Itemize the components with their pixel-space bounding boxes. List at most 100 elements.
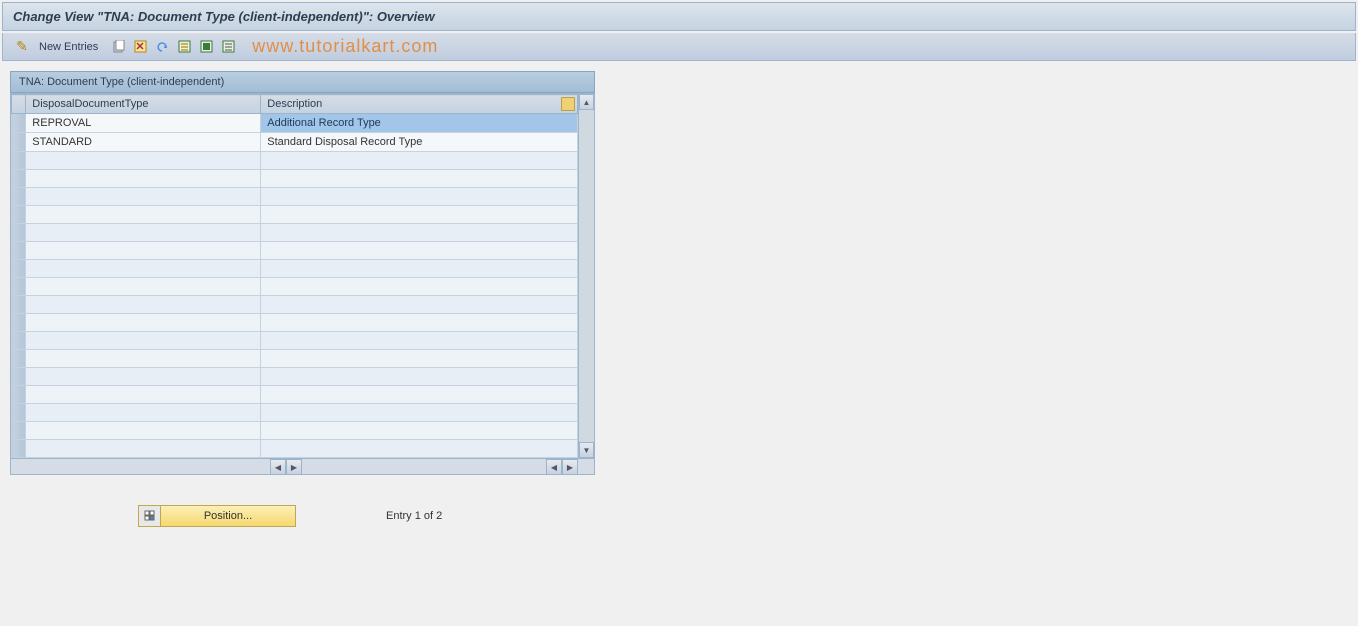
cell-disposal-type[interactable] — [26, 368, 261, 386]
cell-disposal-type[interactable] — [26, 350, 261, 368]
scroll-down-button[interactable]: ▼ — [579, 442, 594, 458]
scroll-up-button[interactable]: ▲ — [579, 94, 594, 110]
row-selector[interactable] — [12, 350, 26, 368]
table-row[interactable] — [12, 152, 578, 170]
column-description[interactable]: Description — [261, 95, 578, 114]
hscroll-track[interactable] — [302, 459, 546, 474]
row-selector[interactable] — [12, 278, 26, 296]
table-settings-icon[interactable] — [561, 97, 575, 111]
table-row[interactable] — [12, 422, 578, 440]
cell-description[interactable] — [261, 368, 578, 386]
row-selector[interactable] — [12, 133, 26, 152]
cell-disposal-type[interactable] — [26, 188, 261, 206]
table-row[interactable] — [12, 224, 578, 242]
table-row[interactable] — [12, 278, 578, 296]
cell-disposal-type[interactable] — [26, 206, 261, 224]
cell-description[interactable] — [261, 296, 578, 314]
table-row[interactable] — [12, 296, 578, 314]
cell-disposal-type[interactable]: REPROVAL — [26, 114, 261, 133]
table-row[interactable] — [12, 332, 578, 350]
select-block-icon[interactable] — [198, 38, 216, 56]
table-row[interactable]: REPROVALAdditional Record Type — [12, 114, 578, 133]
hscroll-right-button[interactable]: ▶ — [286, 459, 302, 475]
cell-disposal-type[interactable] — [26, 422, 261, 440]
cell-description[interactable] — [261, 422, 578, 440]
select-all-icon[interactable] — [176, 38, 194, 56]
change-icon[interactable]: ✎ — [13, 38, 31, 56]
hscroll-left-button[interactable]: ◀ — [270, 459, 286, 475]
copy-icon[interactable] — [110, 38, 128, 56]
cell-description[interactable] — [261, 350, 578, 368]
vertical-scrollbar[interactable]: ▲ ▼ — [578, 94, 594, 458]
undo-icon[interactable] — [154, 38, 172, 56]
hscroll-right2-button[interactable]: ▶ — [562, 459, 578, 475]
cell-disposal-type[interactable] — [26, 152, 261, 170]
cell-disposal-type[interactable] — [26, 278, 261, 296]
table-row[interactable] — [12, 386, 578, 404]
table-row[interactable] — [12, 188, 578, 206]
table-row[interactable] — [12, 368, 578, 386]
row-selector[interactable] — [12, 314, 26, 332]
row-selector[interactable] — [12, 188, 26, 206]
scroll-track[interactable] — [579, 110, 594, 442]
table-row[interactable] — [12, 404, 578, 422]
table-row[interactable] — [12, 260, 578, 278]
cell-disposal-type[interactable]: STANDARD — [26, 133, 261, 152]
row-selector[interactable] — [12, 114, 26, 133]
cell-description[interactable] — [261, 278, 578, 296]
table-row[interactable] — [12, 206, 578, 224]
cell-description[interactable]: Additional Record Type — [261, 114, 578, 133]
table-row[interactable] — [12, 242, 578, 260]
cell-description[interactable] — [261, 404, 578, 422]
cell-description[interactable] — [261, 440, 578, 458]
table-row[interactable] — [12, 440, 578, 458]
cell-description[interactable] — [261, 386, 578, 404]
column-disposal-type[interactable]: DisposalDocumentType — [26, 95, 261, 114]
row-selector[interactable] — [12, 404, 26, 422]
row-selector[interactable] — [12, 152, 26, 170]
cell-disposal-type[interactable] — [26, 224, 261, 242]
cell-description[interactable] — [261, 170, 578, 188]
row-selector[interactable] — [12, 224, 26, 242]
bottom-bar: Position... Entry 1 of 2 — [138, 505, 595, 527]
row-selector[interactable] — [12, 260, 26, 278]
cell-disposal-type[interactable] — [26, 314, 261, 332]
table-row[interactable]: STANDARDStandard Disposal Record Type — [12, 133, 578, 152]
deselect-all-icon[interactable] — [220, 38, 238, 56]
row-selector[interactable] — [12, 170, 26, 188]
row-selector[interactable] — [12, 206, 26, 224]
cell-description[interactable] — [261, 260, 578, 278]
cell-description[interactable] — [261, 332, 578, 350]
table-row[interactable] — [12, 350, 578, 368]
cell-disposal-type[interactable] — [26, 170, 261, 188]
cell-description[interactable] — [261, 242, 578, 260]
row-selector[interactable] — [12, 368, 26, 386]
row-selector[interactable] — [12, 422, 26, 440]
row-selector[interactable] — [12, 242, 26, 260]
cell-description[interactable]: Standard Disposal Record Type — [261, 133, 578, 152]
new-entries-button[interactable]: New Entries — [35, 41, 106, 53]
table-row[interactable] — [12, 314, 578, 332]
cell-disposal-type[interactable] — [26, 440, 261, 458]
table-container: DisposalDocumentType Description REPROVA… — [11, 94, 594, 458]
cell-description[interactable] — [261, 188, 578, 206]
row-selector[interactable] — [12, 386, 26, 404]
cell-disposal-type[interactable] — [26, 332, 261, 350]
cell-disposal-type[interactable] — [26, 242, 261, 260]
row-selector[interactable] — [12, 440, 26, 458]
table-row[interactable] — [12, 170, 578, 188]
selector-header[interactable] — [12, 95, 26, 114]
cell-description[interactable] — [261, 314, 578, 332]
cell-description[interactable] — [261, 206, 578, 224]
hscroll-left2-button[interactable]: ◀ — [546, 459, 562, 475]
row-selector[interactable] — [12, 296, 26, 314]
cell-description[interactable] — [261, 224, 578, 242]
cell-disposal-type[interactable] — [26, 404, 261, 422]
cell-disposal-type[interactable] — [26, 296, 261, 314]
position-button[interactable]: Position... — [138, 505, 296, 527]
cell-disposal-type[interactable] — [26, 260, 261, 278]
delete-icon[interactable] — [132, 38, 150, 56]
cell-description[interactable] — [261, 152, 578, 170]
row-selector[interactable] — [12, 332, 26, 350]
cell-disposal-type[interactable] — [26, 386, 261, 404]
